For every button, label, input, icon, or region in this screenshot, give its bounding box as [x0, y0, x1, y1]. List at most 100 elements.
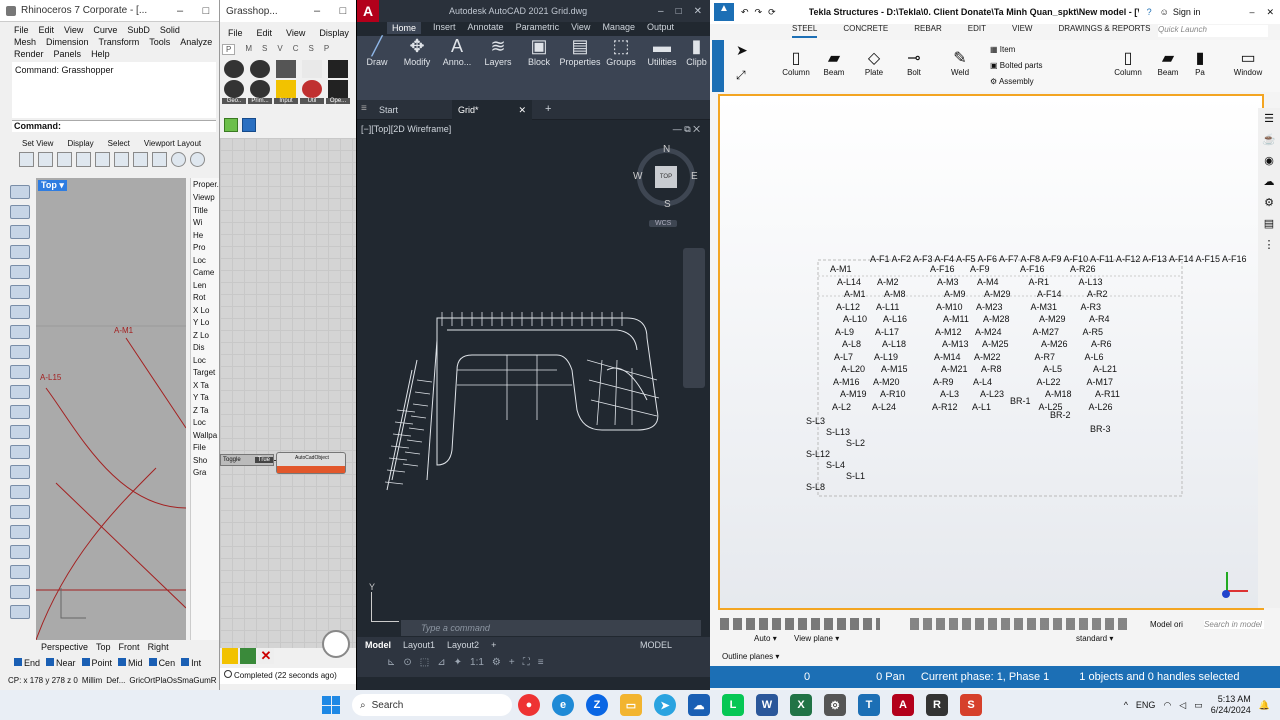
gh-close-icon[interactable]: ✕	[258, 648, 274, 664]
command-line[interactable]: Command:	[12, 120, 216, 132]
acad-close-icon[interactable]: ✕	[694, 6, 702, 17]
gh-tab-maths[interactable]: M	[245, 44, 252, 55]
acad-command-line[interactable]: Type a command	[401, 620, 701, 636]
gh-minimize-icon[interactable]: –	[304, 5, 330, 17]
mesh-icon[interactable]	[10, 465, 30, 479]
tekla-part-label[interactable]: A-M16	[833, 377, 860, 387]
gh-tab-plugin[interactable]: P	[324, 44, 329, 55]
tekla-window-button[interactable]: ▭ Window	[1228, 48, 1268, 77]
rhino-menu-dimension[interactable]: Dimension	[46, 36, 89, 48]
fullscreen-icon[interactable]: ⛶	[523, 657, 530, 668]
edge-icon[interactable]: e	[552, 694, 574, 716]
tekla-part-label[interactable]: S-L3	[806, 416, 825, 426]
gh-autocad-component[interactable]: AutoCadObject	[276, 452, 346, 474]
freeform-icon[interactable]	[10, 365, 30, 379]
ribbon-tab-manage[interactable]: Manage	[602, 22, 635, 34]
tekla-part-label[interactable]: A-L6	[1085, 352, 1104, 362]
rhino-menu-help[interactable]: Help	[91, 48, 110, 60]
tekla-part-label[interactable]: A-M18	[1045, 389, 1072, 399]
tekla-part-label[interactable]: A-M14	[934, 352, 961, 362]
minimize-icon[interactable]: –	[167, 5, 193, 17]
tekla-part-label[interactable]: A-L20	[841, 364, 865, 374]
tekla-part-label[interactable]: A-R6	[1091, 339, 1112, 349]
polar-icon[interactable]: ⊙	[403, 657, 411, 668]
side-settings-icon[interactable]: ⚙	[1264, 196, 1274, 209]
viewport-split2-icon[interactable]	[114, 152, 129, 167]
settings-icon[interactable]: ⚙	[492, 657, 501, 668]
tekla-part-label[interactable]: A-L7	[834, 352, 853, 362]
tekla-part-label[interactable]: A-M1	[844, 289, 866, 299]
ellipse-icon[interactable]	[10, 305, 30, 319]
tekla-minimize-icon[interactable]: –	[1249, 7, 1254, 18]
tekla-tab-steel[interactable]: STEEL	[792, 24, 818, 38]
tekla-part-label[interactable]: A-M8	[884, 289, 906, 299]
tekla-part-label[interactable]: A-M28	[983, 314, 1010, 324]
rhino-menu-curve[interactable]: Curve	[93, 24, 117, 36]
new-tab-icon[interactable]: +	[545, 103, 551, 115]
start-icon[interactable]	[322, 696, 340, 714]
file-tab-start[interactable]: Start	[379, 105, 398, 115]
tab-display[interactable]: Display	[67, 139, 93, 148]
tekla-part-label[interactable]: A-L2	[832, 402, 851, 412]
rhino-menu-panels[interactable]: Panels	[54, 48, 82, 60]
tekla-part-label[interactable]: A-M29	[984, 289, 1011, 299]
customize-icon[interactable]: ≡	[538, 657, 544, 668]
dimension-icon[interactable]	[10, 545, 30, 559]
tab-select[interactable]: Select	[108, 139, 130, 148]
side-catalog-icon[interactable]: ☕	[1262, 133, 1276, 146]
gh-group-primitive[interactable]: Prim...	[248, 58, 272, 108]
osnap-int[interactable]: Int	[181, 658, 201, 668]
ribbon-modify-button[interactable]: ✥ Modify	[397, 36, 437, 100]
search-model-input[interactable]: Search in model	[1204, 620, 1264, 629]
tekla-part-label[interactable]: A-F14	[1037, 289, 1062, 299]
viewport-split-icon[interactable]	[95, 152, 110, 167]
side-tree-icon[interactable]: ⋮	[1264, 238, 1275, 251]
ribbon-tab-home[interactable]: Home	[387, 22, 422, 34]
model-space-button[interactable]: MODEL	[640, 640, 672, 650]
polyline-icon[interactable]	[10, 225, 30, 239]
file-tab-close-icon[interactable]: ✕	[518, 105, 526, 116]
autocad-app-icon[interactable]: A	[892, 694, 914, 716]
rhino-top-viewport[interactable]: Top ▾ A-M1 A-L15	[36, 178, 186, 640]
tab-set-view[interactable]: Set View	[22, 139, 53, 148]
refresh-icon[interactable]: ⟳	[768, 7, 776, 18]
tekla-part-label[interactable]: A-M12	[935, 327, 962, 337]
gh-maximize-icon[interactable]: □	[330, 5, 356, 17]
tekla-part-label[interactable]: A-R2	[1087, 289, 1108, 299]
tekla-part-label[interactable]: A-M24	[975, 327, 1002, 337]
tekla-part-label[interactable]: A-F1 A-F2 A-F3 A-F4 A-F5 A-F6 A-F7 A-F8 …	[870, 254, 1246, 264]
wifi-icon[interactable]: ◠	[1163, 700, 1171, 711]
rhino-menu-render[interactable]: Render	[14, 48, 44, 60]
ribbon-layers-button[interactable]: ≋ Layers	[477, 36, 519, 100]
ribbon-utilities-button[interactable]: ▬ Utilities	[641, 36, 683, 100]
clock[interactable]: 5:13 AM 6/24/2024	[1211, 694, 1251, 716]
quick-launch[interactable]: Quick Launch	[1158, 25, 1268, 37]
polygon-icon[interactable]	[10, 345, 30, 359]
zalo-icon[interactable]: Z	[586, 694, 608, 716]
rhino-menu-edit[interactable]: Edit	[39, 24, 55, 36]
tekla-part-label[interactable]: A-L14	[837, 277, 861, 287]
command-input[interactable]: Type a command	[421, 623, 490, 633]
ribbon-block-button[interactable]: ▣ Block	[519, 36, 559, 100]
word-icon[interactable]: W	[756, 694, 778, 716]
language-indicator[interactable]: ENG	[1136, 700, 1156, 710]
osnap-mid[interactable]: Mid	[118, 658, 143, 668]
outline-planes-dropdown[interactable]: Outline planes ▾	[722, 652, 779, 661]
onedrive-icon[interactable]: ☁	[688, 694, 710, 716]
tekla-panel-button[interactable]: ▮ Pa	[1188, 48, 1212, 77]
gh-menu-display[interactable]: Display	[319, 28, 349, 38]
rhino-app-icon[interactable]: R	[926, 694, 948, 716]
tekla-logo-icon[interactable]: ▲	[714, 3, 734, 21]
standard-dropdown[interactable]: standard ▾	[1076, 634, 1113, 643]
grid-icon[interactable]	[76, 152, 91, 167]
tekla-part-label[interactable]: A-M13	[942, 339, 969, 349]
viewport-cascade-icon[interactable]	[133, 152, 148, 167]
tab-viewport-layout[interactable]: Viewport Layout	[144, 139, 201, 148]
gh-group-input[interactable]: Input	[274, 58, 298, 108]
tekla-part-label[interactable]: A-L11	[876, 302, 899, 312]
osnap-near[interactable]: Near	[46, 658, 76, 668]
osnap-cen[interactable]: Cen	[148, 658, 175, 668]
view-tab-right[interactable]: Right	[148, 642, 169, 652]
tekla-part-label[interactable]: A-L17	[875, 327, 899, 337]
tekla-part-label[interactable]: A-M10	[936, 302, 963, 312]
